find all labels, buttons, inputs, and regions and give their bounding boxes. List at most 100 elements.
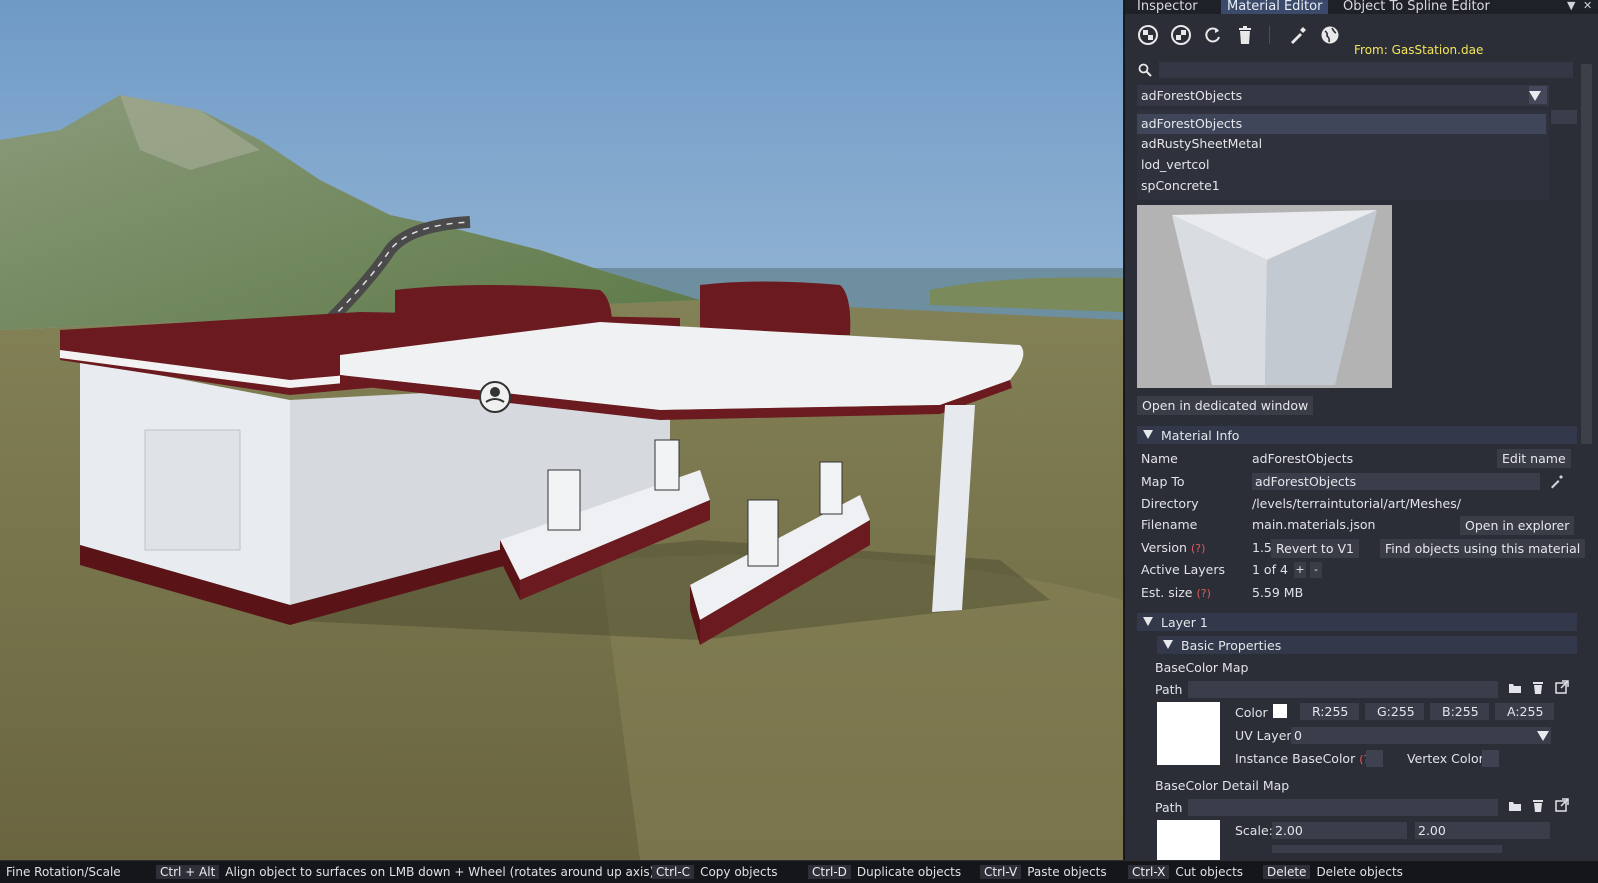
open-dedicated-window-button[interactable]: Open in dedicated window bbox=[1137, 396, 1314, 415]
material-select[interactable]: adForestObjects bbox=[1137, 85, 1549, 106]
shortcut-hint: Ctrl-V Paste objects bbox=[980, 863, 1107, 881]
material-preview[interactable] bbox=[1137, 205, 1392, 388]
name-label: Name bbox=[1141, 451, 1178, 466]
vertex-color-label: Vertex Color bbox=[1407, 751, 1484, 766]
eyedropper-icon[interactable] bbox=[1287, 24, 1309, 46]
shortcut-hint: Ctrl-D Duplicate objects bbox=[808, 863, 961, 881]
scale-label: Scale: bbox=[1235, 823, 1273, 838]
uv-layer-select[interactable]: 0 bbox=[1291, 727, 1551, 744]
scene-render bbox=[0, 0, 1123, 860]
trash-icon[interactable] bbox=[1531, 680, 1545, 695]
est-size-value: 5.59 MB bbox=[1252, 585, 1304, 600]
material-select-value: adForestObjects bbox=[1141, 88, 1243, 103]
color-g-field[interactable]: G:255 bbox=[1365, 703, 1424, 720]
uv-layer-label: UV Layer bbox=[1235, 728, 1292, 743]
refresh-icon[interactable] bbox=[1202, 24, 1224, 46]
basecolor-map-thumbnail[interactable] bbox=[1157, 702, 1220, 765]
shortcut-hint: Ctrl-X Cut objects bbox=[1128, 863, 1243, 881]
globe-icon[interactable] bbox=[1319, 24, 1341, 46]
material-search bbox=[1135, 61, 1575, 79]
uv-layer-value: 0 bbox=[1294, 728, 1302, 743]
tab-inspector[interactable]: Inspector bbox=[1131, 0, 1204, 14]
folder-icon[interactable] bbox=[1508, 799, 1522, 813]
material-option[interactable]: lod_vertcol bbox=[1137, 155, 1546, 175]
material-option[interactable]: adForestObjects bbox=[1137, 114, 1546, 134]
trash-icon[interactable] bbox=[1234, 24, 1256, 46]
dropdown-scrollbar[interactable] bbox=[1551, 110, 1577, 124]
path-label: Path bbox=[1155, 682, 1183, 697]
basecolor-map-label: BaseColor Map bbox=[1155, 660, 1249, 675]
scale-x-field[interactable]: 2.00 bbox=[1272, 822, 1407, 839]
edit-name-button[interactable]: Edit name bbox=[1497, 449, 1571, 468]
basecolor-path-field[interactable] bbox=[1188, 681, 1498, 698]
material-source-label: From: GasStation.dae bbox=[1354, 43, 1484, 57]
editor-panel: Inspector Material Editor Object To Spli… bbox=[1124, 0, 1598, 860]
color-a-field[interactable]: A:255 bbox=[1495, 703, 1554, 720]
revert-to-v1-button[interactable]: Revert to V1 bbox=[1271, 539, 1359, 558]
material-info-section[interactable]: Material Info bbox=[1137, 426, 1577, 444]
remove-layer-button[interactable]: - bbox=[1310, 562, 1322, 578]
material-option[interactable]: spConcrete1 bbox=[1137, 176, 1546, 196]
vertex-color-checkbox[interactable] bbox=[1482, 750, 1499, 767]
color-b-value: B:255 bbox=[1442, 704, 1479, 719]
chevron-down-icon bbox=[1529, 91, 1541, 101]
section-title: Basic Properties bbox=[1181, 638, 1282, 653]
color-b-field[interactable]: B:255 bbox=[1430, 703, 1489, 720]
est-size-label: Est. size (?) bbox=[1141, 585, 1211, 600]
chevron-down-icon bbox=[1537, 731, 1549, 741]
version-label: Version (?) bbox=[1141, 540, 1206, 555]
status-bar: Fine Rotation/Scale Ctrl + Alt Align obje… bbox=[0, 860, 1598, 883]
section-title: Material Info bbox=[1161, 428, 1240, 443]
tab-bar: Inspector Material Editor Object To Spli… bbox=[1125, 0, 1598, 14]
tab-menu-arrow-icon[interactable]: ▼ bbox=[1567, 0, 1575, 12]
preview-cube bbox=[1137, 205, 1392, 388]
material-toolbar: From: GasStation.dae bbox=[1125, 18, 1598, 57]
filename-value: main.materials.json bbox=[1252, 517, 1376, 532]
shortcut-hint: Fine Rotation/Scale bbox=[6, 865, 121, 879]
layer-1-section[interactable]: Layer 1 bbox=[1137, 613, 1577, 631]
basic-properties-section[interactable]: Basic Properties bbox=[1157, 636, 1577, 654]
material-option[interactable]: adRustySheetMetal bbox=[1137, 134, 1546, 154]
active-layers-value: 1 of 4 bbox=[1252, 562, 1288, 577]
help-marker: (?) bbox=[1190, 542, 1206, 555]
directory-value: /levels/terraintutorial/art/Meshes/ bbox=[1252, 496, 1461, 511]
folder-icon[interactable] bbox=[1508, 681, 1522, 695]
eyedropper-icon[interactable] bbox=[1549, 473, 1565, 489]
add-layer-button[interactable]: + bbox=[1294, 562, 1306, 578]
active-layers-label: Active Layers bbox=[1141, 562, 1226, 577]
mapto-field[interactable]: adForestObjects bbox=[1252, 473, 1540, 490]
instance-basecolor-checkbox[interactable] bbox=[1366, 750, 1383, 767]
instance-basecolor-label: Instance BaseColor (?) bbox=[1235, 751, 1374, 766]
shortcut-hint: Ctrl + Alt Align object to surfaces on LM… bbox=[156, 863, 654, 881]
color-r-value: R:255 bbox=[1312, 704, 1349, 719]
find-objects-button[interactable]: Find objects using this material bbox=[1380, 539, 1586, 558]
tab-material-editor[interactable]: Material Editor bbox=[1221, 0, 1329, 14]
material-sphere-icon[interactable] bbox=[1137, 24, 1159, 46]
open-external-icon[interactable] bbox=[1555, 680, 1569, 694]
detail-path-field[interactable] bbox=[1188, 799, 1498, 816]
open-in-explorer-button[interactable]: Open in explorer bbox=[1460, 516, 1575, 535]
basecolor-detail-map-label: BaseColor Detail Map bbox=[1155, 778, 1290, 793]
detail-map-thumbnail[interactable] bbox=[1157, 820, 1220, 860]
color-r-field[interactable]: R:255 bbox=[1300, 703, 1359, 720]
color-g-value: G:255 bbox=[1377, 704, 1415, 719]
search-input[interactable] bbox=[1159, 62, 1573, 78]
color-swatch[interactable] bbox=[1273, 704, 1287, 718]
tab-object-to-spline-editor[interactable]: Object To Spline Editor bbox=[1337, 0, 1496, 14]
section-title: Layer 1 bbox=[1161, 615, 1208, 630]
scale-x-value: 2.00 bbox=[1275, 823, 1303, 838]
scale-y-field[interactable]: 2.00 bbox=[1415, 822, 1550, 839]
collapse-triangle-icon bbox=[1143, 430, 1153, 439]
strength-field[interactable] bbox=[1272, 845, 1502, 853]
scale-y-value: 2.00 bbox=[1418, 823, 1446, 838]
close-icon[interactable]: ✕ bbox=[1583, 0, 1592, 12]
3d-viewport[interactable] bbox=[0, 0, 1123, 860]
material-sphere-alt-icon[interactable] bbox=[1170, 24, 1192, 46]
search-icon bbox=[1138, 63, 1152, 77]
open-external-icon[interactable] bbox=[1555, 798, 1569, 812]
trash-icon[interactable] bbox=[1531, 798, 1545, 813]
help-marker: (?) bbox=[1196, 587, 1211, 600]
collapse-triangle-icon bbox=[1143, 617, 1153, 626]
panel-scrollbar[interactable] bbox=[1581, 64, 1592, 444]
color-a-value: A:255 bbox=[1507, 704, 1544, 719]
